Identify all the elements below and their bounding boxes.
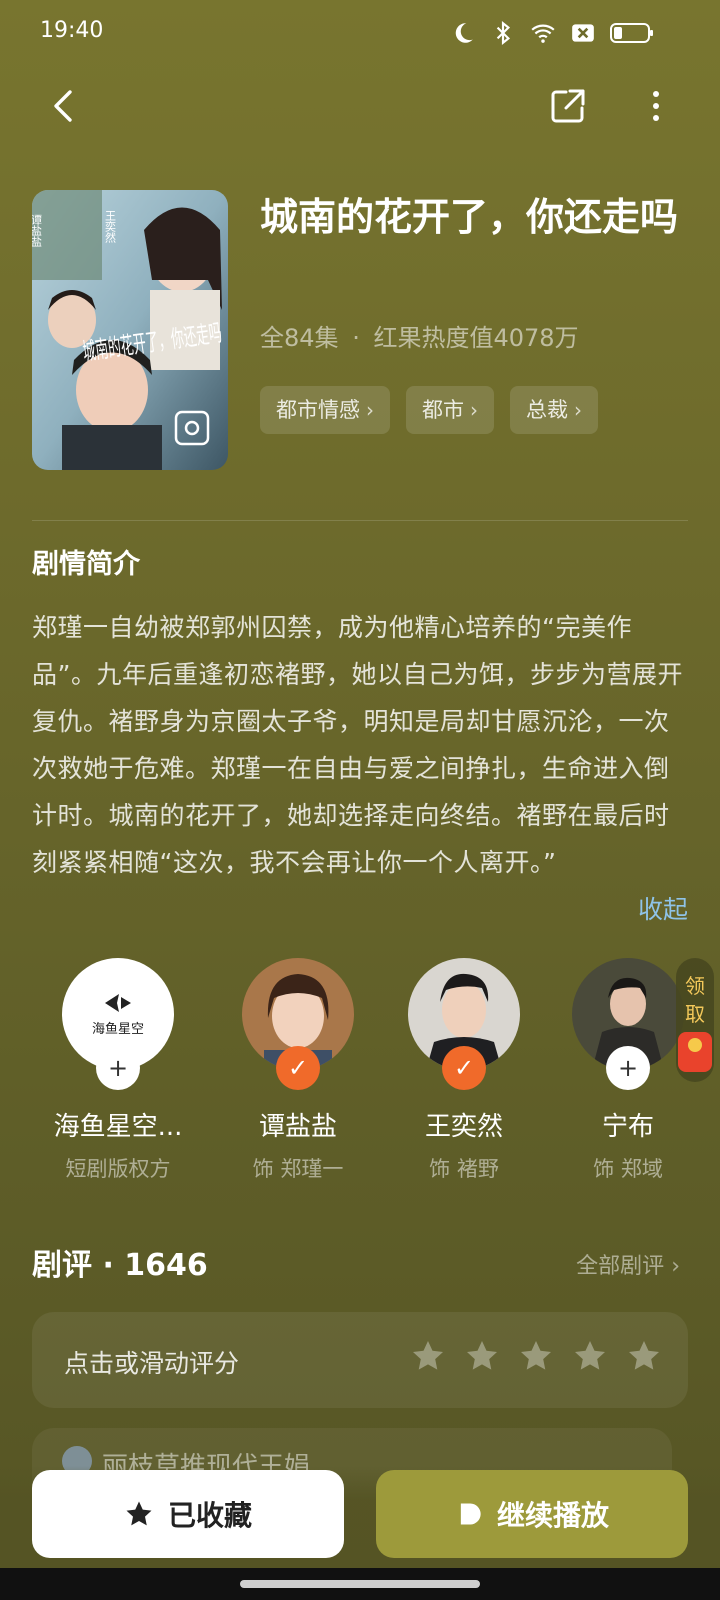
reviews-heading: 剧评 · 1646 — [32, 1248, 208, 1283]
publisher-logo-text: 海鱼星空 — [91, 1021, 144, 1037]
cast-item[interactable]: ✓ 谭盐盐 饰 郑瑾一 — [218, 958, 378, 1183]
favorite-button[interactable]: 已收藏 — [32, 1470, 344, 1558]
collapse-button[interactable]: 收起 — [638, 890, 688, 926]
status-time: 19:40 — [40, 18, 104, 43]
cast-item[interactable]: 海鱼星空 + 海鱼星空... 短剧版权方 — [38, 958, 198, 1183]
followed-check-icon[interactable]: ✓ — [442, 1046, 486, 1090]
cast-role: 短剧版权方 — [65, 1157, 171, 1181]
cast-item[interactable]: ✓ 王奕然 饰 褚野 — [384, 958, 544, 1183]
poster-cast-label: 王奕然 — [104, 210, 117, 244]
bottom-action-bar: 已收藏 继续播放 — [0, 1466, 720, 1600]
followed-check-icon[interactable]: ✓ — [276, 1046, 320, 1090]
sim-x-icon — [572, 24, 594, 42]
star-icon[interactable] — [572, 1338, 608, 1374]
poster-image: 谭盐盐 王奕然 城南的花开了，你还走吗 — [32, 190, 228, 470]
avatar: ✓ — [408, 958, 520, 1090]
avatar: 海鱼星空 + — [62, 958, 174, 1090]
rating-box[interactable]: 点击或滑动评分 — [32, 1312, 688, 1408]
chevron-right-icon: › — [574, 398, 582, 422]
follow-plus-button[interactable]: + — [606, 1046, 650, 1090]
star-icon[interactable] — [518, 1338, 554, 1374]
star-filled-icon — [126, 1501, 152, 1526]
cast-role: 饰 郑域 — [593, 1157, 663, 1181]
rating-stars[interactable] — [410, 1338, 662, 1374]
favorite-label: 已收藏 — [167, 1499, 252, 1532]
tag-list: 都市情感 › 都市 › 总裁 › — [260, 386, 598, 434]
all-reviews-link[interactable]: 全部剧评 › — [576, 1248, 680, 1280]
synopsis-text: 郑瑾一自幼被郑郭州囚禁，成为他精心培养的“完美作品”。九年后重逢初恋褚野，她以自… — [32, 613, 683, 877]
bluetooth-icon — [496, 20, 511, 46]
cast-role: 饰 郑瑾一 — [252, 1157, 344, 1181]
tag-label: 总裁 — [526, 398, 568, 422]
avatar: + — [572, 958, 684, 1090]
moon-icon — [455, 23, 473, 43]
tag-label: 都市 — [422, 398, 464, 422]
fish-logo-icon — [105, 993, 131, 1012]
play-icon — [460, 1503, 481, 1525]
cast-name: 海鱼星空... — [53, 1112, 183, 1142]
share-button[interactable] — [548, 86, 588, 126]
cast-list: 海鱼星空 + 海鱼星空... 短剧版权方 ✓ 谭盐盐 饰 郑瑾一 ✓ 王奕然 饰… — [0, 958, 720, 1188]
cast-name: 宁布 — [601, 1112, 654, 1142]
status-bar: 19:40 — [0, 0, 720, 64]
wifi-icon — [531, 24, 555, 43]
reward-label: 领 — [685, 974, 705, 998]
tag-chip[interactable]: 总裁 › — [510, 386, 598, 434]
cast-role: 饰 褚野 — [429, 1157, 499, 1181]
reward-label: 取 — [685, 1002, 705, 1026]
poster-cast-label: 谭盐盐 — [32, 214, 43, 247]
follow-plus-button[interactable]: + — [96, 1046, 140, 1090]
battery-icon — [610, 23, 653, 43]
rate-prompt: 点击或滑动评分 — [64, 1349, 240, 1378]
star-icon[interactable] — [464, 1338, 500, 1374]
top-nav — [0, 74, 720, 138]
back-button[interactable] — [44, 86, 84, 126]
more-button[interactable] — [636, 86, 676, 126]
chevron-right-icon: › — [470, 398, 478, 422]
cast-name: 谭盐盐 — [258, 1112, 337, 1142]
drama-title: 城南的花开了，你还走吗 — [260, 195, 679, 239]
tag-label: 都市情感 — [276, 398, 360, 422]
home-indicator[interactable] — [0, 1568, 720, 1600]
chevron-right-icon: › — [671, 1254, 680, 1279]
play-label: 继续播放 — [496, 1499, 609, 1532]
meta-separator: · — [352, 324, 360, 352]
tag-chip[interactable]: 都市情感 › — [260, 386, 390, 434]
continue-play-button[interactable]: 继续播放 — [376, 1470, 688, 1558]
all-reviews-label: 全部剧评 — [576, 1254, 665, 1279]
cast-name: 王奕然 — [424, 1112, 503, 1142]
star-icon[interactable] — [626, 1338, 662, 1374]
star-icon[interactable] — [410, 1338, 446, 1374]
status-icons — [450, 20, 654, 46]
heat-value: 红果热度值4078万 — [373, 324, 579, 352]
avatar: ✓ — [242, 958, 354, 1090]
divider — [32, 520, 688, 521]
reward-widget[interactable]: 领 取 — [676, 958, 714, 1082]
episode-count: 全84集 — [260, 324, 339, 352]
red-envelope-icon — [678, 1032, 712, 1072]
tag-chip[interactable]: 都市 › — [406, 386, 494, 434]
synopsis-heading: 剧情简介 — [32, 549, 140, 580]
drama-meta: 全84集 · 红果热度值4078万 — [260, 318, 579, 353]
drama-poster[interactable]: 谭盐盐 王奕然 城南的花开了，你还走吗 — [32, 190, 228, 470]
chevron-right-icon: › — [366, 398, 374, 422]
